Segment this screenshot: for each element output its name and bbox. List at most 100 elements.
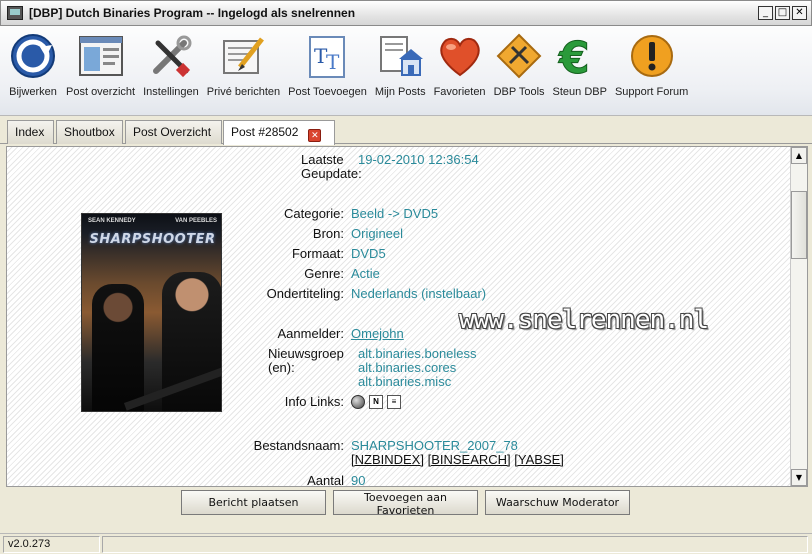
scroll-thumb[interactable] (791, 191, 807, 259)
submitter-link[interactable]: Omejohn (351, 326, 404, 341)
value-filename: SHARPSHOOTER_2007_78 (351, 438, 518, 453)
tab-label: Shoutbox (64, 125, 115, 139)
status-bar: v2.0.273 (0, 533, 812, 554)
add-post-icon: TT (302, 30, 352, 82)
scroll-down-button[interactable]: ▼ (791, 469, 807, 486)
label-newsgroups: Nieuwsgroep (en): (268, 346, 344, 375)
tab-bar: Index Shoutbox Post Overzicht Post #2850… (0, 117, 812, 257)
label-subtitles: Ondertiteling: (266, 286, 344, 301)
minimize-button[interactable]: _ (758, 6, 773, 20)
value-count: 90 (351, 473, 366, 487)
row-source: Bron: Origineel (15, 227, 403, 241)
nfo-link-icon[interactable]: N (369, 395, 383, 409)
tab-post-28502[interactable]: Post #28502 ✕ (223, 120, 335, 145)
row-format: Formaat: DVD5 (15, 247, 386, 261)
row-info-links: Info Links: N ≡ (15, 395, 401, 409)
post-message-button[interactable]: Bericht plaatsen (181, 490, 326, 515)
label-format: Formaat: (291, 246, 344, 261)
toolbar-label: Favorieten (433, 86, 486, 98)
toolbar-label: Post overzicht (66, 86, 136, 98)
overview-icon (76, 30, 126, 82)
info-link-icons: N ≡ (351, 395, 401, 409)
watermark: www.snelrennen.nl (459, 305, 709, 335)
label-info-links: Info Links: (284, 394, 344, 409)
toolbar-dbp-tools[interactable]: DBP Tools (490, 26, 549, 115)
tab-shoutbox[interactable]: Shoutbox (56, 120, 123, 144)
toolbar-settings[interactable]: Instellingen (139, 26, 203, 115)
label-category: Categorie: (284, 206, 344, 221)
label-count: Aantal (307, 473, 344, 487)
scroll-up-button[interactable]: ▲ (791, 147, 807, 164)
tab-label: Post Overzicht (133, 125, 212, 139)
action-bar: Bericht plaatsen Toevoegen aan Favoriete… (0, 487, 812, 529)
title-bar: [DBP] Dutch Binaries Program -- Ingelogd… (0, 0, 812, 26)
toolbar-post-overview[interactable]: Post overzicht (62, 26, 139, 115)
toolbar-label: Steun DBP (552, 86, 607, 98)
refresh-icon (8, 30, 58, 82)
toolbar-support-forum[interactable]: Support Forum (611, 26, 692, 115)
row-count: Aantal 90 (15, 474, 365, 487)
heart-icon (435, 30, 485, 82)
binsearch-link[interactable]: [BINSEARCH] (428, 452, 511, 467)
toolbar-label: Bijwerken (9, 86, 57, 98)
newsgroup-item[interactable]: alt.binaries.boneless (358, 347, 477, 361)
value-genre: Actie (351, 266, 380, 281)
newsgroup-item[interactable]: alt.binaries.misc (358, 375, 477, 389)
tab-close-icon[interactable]: ✕ (308, 129, 322, 142)
row-subtitles: Ondertiteling: Nederlands (instelbaar) (15, 287, 486, 301)
value-newsgroups: alt.binaries.boneless alt.binaries.cores… (358, 347, 477, 389)
row-category: Categorie: Beeld -> DVD5 (15, 207, 438, 221)
row-genre: Genre: Actie (15, 267, 380, 281)
toolbar-label: DBP Tools (493, 86, 545, 98)
toolbar-label: Instellingen (143, 86, 199, 98)
dbp-tools-icon (494, 30, 544, 82)
row-last-updated: Laatste Geupdate: 19-02-2010 12:36:54 (15, 153, 479, 181)
toolbar-private-messages[interactable]: Privé berichten (203, 26, 284, 115)
label-source: Bron: (312, 226, 344, 241)
label-filename: Bestandsnaam: (253, 438, 344, 453)
warning-icon (627, 30, 677, 82)
tools-icon (146, 30, 196, 82)
status-message (102, 536, 808, 553)
my-posts-icon (375, 30, 425, 82)
search-links: [NZBINDEX] [BINSEARCH] [YABSE] (351, 453, 564, 467)
globe-icon[interactable] (351, 395, 365, 409)
toolbar-label: Privé berichten (206, 86, 281, 98)
toolbar-label: Mijn Posts (374, 86, 426, 98)
vertical-scrollbar[interactable]: ▲ ▼ (790, 147, 807, 486)
tab-label: Post #28502 (231, 125, 299, 139)
app-icon (7, 6, 23, 20)
svg-text:€: € (558, 33, 590, 79)
value-last-updated: 19-02-2010 12:36:54 (358, 152, 479, 167)
newsgroup-item[interactable]: alt.binaries.cores (358, 361, 477, 375)
toolbar-my-posts[interactable]: Mijn Posts (371, 26, 430, 115)
euro-icon: € (555, 30, 605, 82)
post-details: SEAN KENNEDY VAN PEEBLES SHARPSHOOTER La… (15, 147, 787, 487)
list-link-icon[interactable]: ≡ (387, 395, 401, 409)
tab-label: Index (15, 125, 45, 139)
nzbindex-link[interactable]: [NZBINDEX] (351, 452, 424, 467)
row-submitter: Aanmelder: Omejohn (15, 327, 404, 341)
label-genre: Genre: (304, 266, 344, 281)
row-filename: Bestandsnaam: SHARPSHOOTER_2007_78 [NZBI… (15, 439, 564, 467)
close-button[interactable]: ✕ (792, 6, 807, 20)
toolbar-refresh[interactable]: Bijwerken (4, 26, 62, 115)
add-favorite-button[interactable]: Toevoegen aan Favorieten (333, 490, 478, 517)
toolbar-favorites[interactable]: Favorieten (430, 26, 490, 115)
maximize-button[interactable]: □ (775, 6, 790, 20)
private-message-icon (218, 30, 268, 82)
yabse-link[interactable]: [YABSE] (514, 452, 564, 467)
value-source: Origineel (351, 226, 404, 241)
window-controls: _ □ ✕ (758, 6, 807, 20)
tab-post-overzicht[interactable]: Post Overzicht (125, 120, 222, 144)
toolbar-add-post[interactable]: TT Post Toevoegen (284, 26, 371, 115)
label-last-updated: Laatste Geupdate: (301, 152, 362, 181)
toolbar-label: Post Toevoegen (288, 86, 367, 98)
value-subtitles: Nederlands (instelbaar) (351, 286, 487, 301)
toolbar-support-dbp[interactable]: € Steun DBP (549, 26, 611, 115)
toolbar-label: Support Forum (614, 86, 689, 98)
warn-moderator-button[interactable]: Waarschuw Moderator (485, 490, 630, 515)
window-title: [DBP] Dutch Binaries Program -- Ingelogd… (29, 6, 356, 20)
tab-index[interactable]: Index (7, 120, 54, 144)
post-content: SEAN KENNEDY VAN PEEBLES SHARPSHOOTER La… (6, 146, 808, 487)
